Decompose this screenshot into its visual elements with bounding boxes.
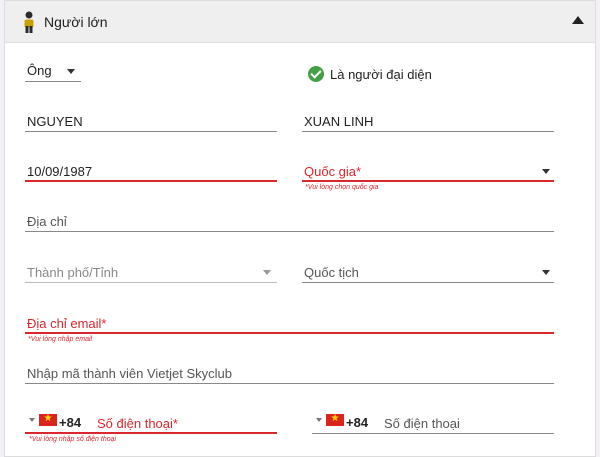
city-select[interactable]: Thành phố/Tỉnh — [25, 258, 277, 284]
nationality-underline — [302, 282, 554, 283]
country-select[interactable]: Quốc gia* — [302, 157, 554, 183]
section-title: Người lớn — [44, 14, 108, 30]
city-placeholder: Thành phố/Tỉnh — [27, 265, 119, 280]
first-name-field[interactable]: XUAN LINH — [302, 107, 554, 133]
dropdown-caret-icon — [263, 270, 271, 275]
email-field[interactable]: Địa chỉ email* — [25, 309, 554, 335]
title-select[interactable]: Ông — [25, 57, 81, 82]
phone-underline — [25, 432, 277, 434]
phone2-country-code: +84 — [346, 415, 369, 430]
dropdown-caret-icon — [542, 169, 550, 174]
country-error: *Vui lòng chọn quốc gia — [305, 184, 379, 191]
section-header[interactable]: Người lớn — [5, 1, 595, 43]
birth-date-field[interactable]: 10/09/1987 — [25, 157, 277, 183]
member-code-placeholder: Nhập mã thành viên Vietjet Skyclub — [27, 366, 232, 381]
country-placeholder: Quốc gia* — [304, 164, 362, 179]
nationality-select[interactable]: Quốc tịch — [302, 258, 554, 284]
last-name-underline — [25, 131, 277, 132]
dropdown-caret-icon — [542, 270, 550, 275]
dropdown-caret-icon[interactable] — [29, 418, 35, 422]
dropdown-caret-icon — [67, 69, 75, 74]
person-icon — [24, 11, 34, 33]
last-name-value: NGUYEN — [27, 114, 83, 129]
check-circle-icon[interactable] — [308, 66, 324, 82]
address-underline — [25, 231, 554, 232]
title-select-value: Ông — [27, 63, 52, 78]
dropdown-caret-icon[interactable] — [316, 418, 322, 422]
nationality-placeholder: Quốc tịch — [304, 265, 359, 280]
member-code-underline — [25, 383, 554, 384]
phone-placeholder: Số điện thoại* — [97, 416, 178, 431]
first-name-underline — [302, 131, 554, 132]
address-placeholder: Địa chỉ — [27, 214, 67, 229]
vietnam-flag-icon — [326, 412, 344, 426]
country-underline — [302, 180, 554, 182]
vietnam-flag-icon — [39, 412, 57, 426]
birth-date-underline — [25, 180, 277, 182]
phone-country-code: +84 — [59, 415, 82, 430]
city-underline — [25, 282, 277, 283]
phone-error: *Vui lòng nhập số điện thoại — [29, 436, 117, 443]
chevron-up-icon[interactable] — [572, 16, 584, 24]
address-field[interactable]: Địa chỉ — [25, 207, 554, 233]
representative-label: Là người đại diện — [330, 67, 432, 82]
phone2-field[interactable]: +84 Số điện thoại — [312, 409, 554, 435]
birth-date-value: 10/09/1987 — [27, 164, 93, 179]
title-select-underline — [25, 81, 81, 82]
email-placeholder: Địa chỉ email* — [27, 316, 107, 331]
email-underline — [25, 332, 554, 334]
member-code-field[interactable]: Nhập mã thành viên Vietjet Skyclub — [25, 359, 554, 385]
phone2-underline — [312, 433, 554, 434]
phone-field[interactable]: +84 Số điện thoại* — [25, 409, 277, 435]
last-name-field[interactable]: NGUYEN — [25, 107, 277, 133]
adult-passenger-card: Người lớn Ông Là người đại diện NGUYEN X… — [4, 0, 596, 457]
email-error: *Vui lòng nhập email — [28, 336, 93, 343]
phone2-placeholder: Số điện thoại — [384, 416, 460, 431]
first-name-value: XUAN LINH — [304, 114, 374, 129]
